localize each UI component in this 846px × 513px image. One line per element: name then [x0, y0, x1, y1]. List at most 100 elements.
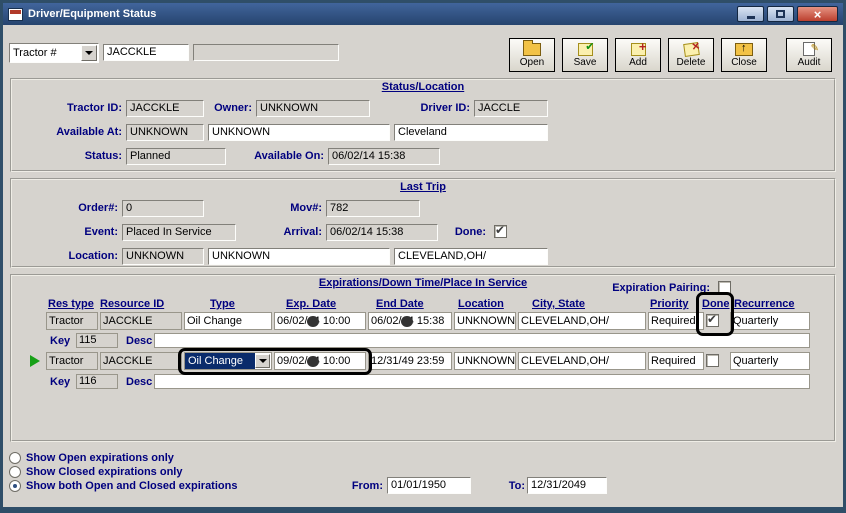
col-type: Type: [210, 298, 235, 310]
order-field: 0: [122, 200, 204, 217]
row2-location[interactable]: UNKNOWN: [454, 352, 516, 370]
filter-both-label: Show both Open and Closed expirations: [26, 480, 237, 492]
row2-type-selected-value: Oil Change: [185, 353, 255, 369]
redaction-mark: [401, 316, 413, 327]
row1-location[interactable]: UNKNOWN: [454, 312, 516, 330]
delete-button[interactable]: Delete: [668, 38, 714, 72]
resource-type-value: Tractor #: [10, 47, 81, 59]
last-trip-header: Last Trip: [12, 181, 834, 193]
row1-exp-date[interactable]: 06/02/14 10:00: [274, 312, 366, 330]
row2-exp-date[interactable]: 09/02/14 10:00: [274, 352, 366, 370]
available-at-label: Available At:: [14, 126, 122, 138]
radio-icon[interactable]: [9, 480, 21, 492]
row2-end-date[interactable]: 12/31/49 23:59: [368, 352, 452, 370]
from-label: From:: [339, 480, 383, 492]
redaction-mark: [307, 316, 319, 327]
row2-resource-id: JACCKLE: [100, 352, 182, 370]
status-label: Status:: [14, 150, 122, 162]
location-code-field: UNKNOWN: [122, 248, 204, 265]
filter-closed-only-label: Show Closed expirations only: [26, 466, 182, 478]
expiration-pairing-label: Expiration Pairing:: [572, 282, 710, 294]
titlebar: Driver/Equipment Status ×: [3, 3, 843, 25]
row1-recurrence[interactable]: Quarterly: [730, 312, 810, 330]
row1-end-date[interactable]: 06/02/14 15:38: [368, 312, 452, 330]
row1-done-checkbox[interactable]: [706, 314, 719, 327]
mov-field: 782: [326, 200, 420, 217]
from-date-input[interactable]: 01/01/1950: [387, 477, 471, 494]
maximize-button[interactable]: [767, 6, 794, 22]
to-date-input[interactable]: 12/31/2049: [527, 477, 607, 494]
row2-res-type: Tractor: [46, 352, 98, 370]
driver-equipment-status-window: Driver/Equipment Status × Tractor # JACC…: [0, 0, 846, 513]
save-button[interactable]: Save: [562, 38, 608, 72]
expiration-pairing-checkbox[interactable]: [718, 281, 731, 294]
status-location-group: Status/Location Tractor ID: JACCKLE Owne…: [10, 78, 836, 172]
filter-closed-only[interactable]: Show Closed expirations only: [9, 466, 182, 478]
close-window-button[interactable]: ×: [797, 6, 838, 22]
filter-both[interactable]: Show both Open and Closed expirations: [9, 480, 237, 492]
row2-desc-field[interactable]: [154, 374, 810, 389]
toolbar-buttons: Open Save Add Delete Close Audit: [509, 38, 832, 72]
app-icon: [8, 8, 23, 21]
secondary-input[interactable]: [193, 44, 339, 61]
chevron-down-icon[interactable]: [81, 45, 97, 61]
location-city-field: CLEVELAND,OH/: [394, 248, 548, 265]
available-on-label: Available On:: [228, 150, 324, 162]
row1-desc-label: Desc: [126, 335, 152, 347]
redaction-mark: [307, 356, 319, 367]
resource-type-combo[interactable]: Tractor #: [9, 43, 99, 63]
window-controls: ×: [737, 6, 838, 22]
open-button-label: Open: [520, 57, 544, 68]
delete-icon: [683, 42, 700, 57]
last-trip-done-checkbox[interactable]: [494, 225, 507, 238]
row2-priority[interactable]: Required: [648, 352, 704, 370]
done-label: Done:: [440, 226, 486, 238]
close-icon: [735, 43, 753, 56]
owner-label: Owner:: [188, 102, 252, 114]
col-city-state: City, State: [532, 298, 585, 310]
close-button[interactable]: Close: [721, 38, 767, 72]
row2-desc-label: Desc: [126, 376, 152, 388]
row1-desc-field[interactable]: [154, 333, 810, 348]
row2-city-state[interactable]: CLEVELAND,OH/: [518, 352, 646, 370]
available-at-name-field[interactable]: UNKNOWN: [208, 124, 390, 141]
row1-city-state[interactable]: CLEVELAND,OH/: [518, 312, 646, 330]
client-area: Tractor # JACCKLE Open Save Add Delete: [3, 25, 843, 507]
open-button[interactable]: Open: [509, 38, 555, 72]
col-exp-date: Exp. Date: [286, 298, 336, 310]
resource-id-input[interactable]: JACCKLE: [103, 44, 189, 61]
minimize-button[interactable]: [737, 6, 764, 22]
available-at-city-field[interactable]: Cleveland: [394, 124, 548, 141]
col-done: Done: [702, 298, 730, 310]
row1-key-label: Key: [50, 335, 70, 347]
chevron-down-icon[interactable]: [255, 354, 270, 368]
row1-resource-id: JACCKLE: [100, 312, 182, 330]
available-on-field: 06/02/14 15:38: [328, 148, 440, 165]
col-priority: Priority: [650, 298, 689, 310]
row1-type[interactable]: Oil Change: [184, 312, 272, 330]
last-trip-group: Last Trip Order#: 0 Mov#: 782 Event: Pla…: [10, 178, 836, 268]
row1-priority[interactable]: Required: [648, 312, 704, 330]
delete-button-label: Delete: [677, 57, 706, 68]
close-button-label: Close: [731, 57, 757, 68]
driver-id-field: JACCLE: [474, 100, 548, 117]
driver-id-label: Driver ID:: [408, 102, 470, 114]
add-button[interactable]: Add: [615, 38, 661, 72]
event-label: Event:: [14, 226, 118, 238]
col-resource-id: Resource ID: [100, 298, 164, 310]
radio-icon[interactable]: [9, 466, 21, 478]
row2-done-checkbox[interactable]: [706, 354, 719, 367]
save-button-label: Save: [574, 57, 597, 68]
audit-button-label: Audit: [798, 57, 821, 68]
location-name-field: UNKNOWN: [208, 248, 390, 265]
radio-icon[interactable]: [9, 452, 21, 464]
audit-icon: [803, 42, 815, 56]
status-location-header: Status/Location: [12, 81, 834, 93]
row2-type-combo[interactable]: Oil Change: [184, 352, 272, 370]
col-recurrence: Recurrence: [734, 298, 795, 310]
row2-recurrence[interactable]: Quarterly: [730, 352, 810, 370]
row2-key-label: Key: [50, 376, 70, 388]
audit-button[interactable]: Audit: [786, 38, 832, 72]
filter-open-only[interactable]: Show Open expirations only: [9, 452, 174, 464]
col-location: Location: [458, 298, 504, 310]
